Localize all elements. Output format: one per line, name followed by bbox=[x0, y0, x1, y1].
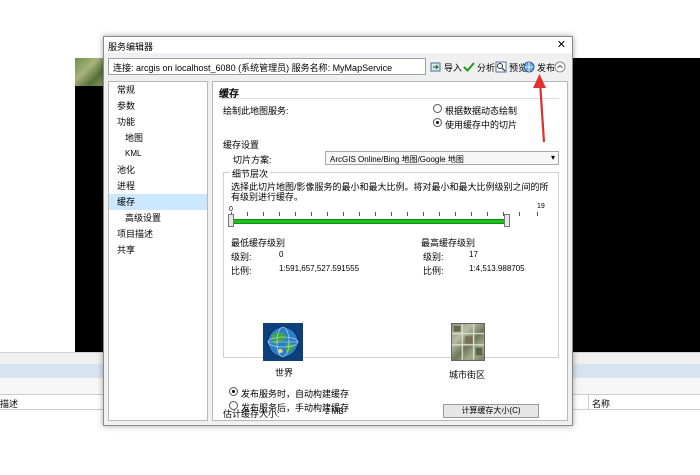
slider-max-handle[interactable] bbox=[504, 214, 510, 227]
tiling-scheme-value: ArcGIS Online/Bing 地图/Google 地图 bbox=[330, 155, 464, 164]
min-scale-value: 1:591,657,527.591555 bbox=[279, 264, 360, 273]
sidebar-item-mapping[interactable]: 地图 bbox=[109, 130, 207, 146]
sidebar-item-caching[interactable]: 缓存 bbox=[109, 194, 207, 210]
min-cache-level-title: 最低缓存级别 bbox=[231, 238, 286, 248]
sidebar-item-parameters[interactable]: 参数 bbox=[109, 98, 207, 114]
service-editor-dialog: 服务编辑器 ✕ 连接: arcgis on localhost_6080 (系统… bbox=[103, 36, 573, 426]
slider-min-handle[interactable] bbox=[228, 214, 234, 227]
radio-build-auto-label[interactable]: 发布服务时，自动构建缓存 bbox=[241, 387, 349, 400]
sidebar-item-item-description[interactable]: 项目描述 bbox=[109, 226, 207, 242]
preview-icon bbox=[495, 61, 507, 73]
sidebar-item-kml[interactable]: KML bbox=[109, 146, 207, 162]
sidebar-item-advanced-settings[interactable]: 高级设置 bbox=[109, 210, 207, 226]
title-divider bbox=[219, 98, 559, 99]
background-map-canvas-left bbox=[75, 86, 105, 352]
chevron-up-icon bbox=[554, 61, 566, 73]
max-level-value: 17 bbox=[469, 250, 478, 259]
radio-build-manual-label[interactable]: 发布服务后，手动构建缓存 bbox=[241, 401, 349, 414]
import-icon bbox=[430, 62, 441, 72]
radio-dynamic[interactable] bbox=[433, 104, 442, 113]
radio-dynamic-label[interactable]: 根据数据动态绘制 bbox=[445, 104, 517, 117]
slider-ticks bbox=[231, 212, 541, 218]
max-scale-value: 1:4,513.988705 bbox=[469, 264, 525, 273]
background-column-description[interactable]: 描述 bbox=[0, 397, 18, 410]
sidebar-nav: 常规 参数 功能 地图 KML 池化 进程 缓存 高级设置 项目描述 共享 bbox=[108, 81, 208, 421]
calculate-cache-size-button[interactable]: 计算缓存大小(C) bbox=[443, 404, 539, 418]
publish-label: 发布 bbox=[537, 62, 556, 73]
caching-panel: 缓存 绘制此地图服务: 根据数据动态绘制 使用缓存中的切片 缓存设置 切片方案:… bbox=[212, 81, 568, 421]
world-globe-icon bbox=[263, 323, 303, 361]
min-scale-label: 比例: bbox=[231, 266, 252, 276]
connection-field: 连接: arcgis on localhost_6080 (系统管理员) 服务名… bbox=[108, 58, 426, 75]
background-column-divider bbox=[588, 394, 589, 410]
import-button[interactable]: 导入 bbox=[430, 59, 462, 75]
levels-of-detail-title: 细节层次 bbox=[230, 167, 271, 180]
background-column-name[interactable]: 名称 bbox=[592, 397, 610, 410]
dialog-toolbar: 连接: arcgis on localhost_6080 (系统管理员) 服务名… bbox=[108, 57, 568, 77]
lod-description: 选择此切片地图/影像服务的最小和最大比例。将对最小和最大比例级别之间的所有级别进… bbox=[231, 182, 549, 202]
import-label: 导入 bbox=[444, 62, 463, 73]
analyze-button[interactable]: 分析 bbox=[463, 59, 495, 75]
world-label: 世界 bbox=[275, 368, 294, 378]
sidebar-item-general[interactable]: 常规 bbox=[109, 82, 207, 98]
city-blocks-label: 城市街区 bbox=[449, 370, 486, 380]
max-scale-label: 比例: bbox=[423, 266, 444, 276]
tiling-scheme-label: 切片方案: bbox=[233, 155, 272, 165]
checkmark-icon bbox=[463, 62, 475, 72]
publish-button[interactable]: 发布 bbox=[523, 59, 555, 75]
sidebar-item-processes[interactable]: 进程 bbox=[109, 178, 207, 194]
close-icon[interactable]: ✕ bbox=[557, 38, 566, 51]
dialog-titlebar[interactable]: 服务编辑器 ✕ bbox=[104, 37, 572, 53]
max-level-label: 级别: bbox=[423, 252, 444, 262]
radio-cached[interactable] bbox=[433, 118, 442, 127]
cache-settings-label: 缓存设置 bbox=[223, 140, 260, 150]
slider-max-label: 19 bbox=[537, 203, 545, 210]
chevron-down-icon: ▾ bbox=[550, 153, 555, 162]
sidebar-item-capabilities[interactable]: 功能 bbox=[109, 114, 207, 130]
sidebar-item-sharing[interactable]: 共享 bbox=[109, 242, 207, 258]
tiling-scheme-select[interactable]: ArcGIS Online/Bing 地图/Google 地图 ▾ bbox=[325, 151, 559, 165]
background-map-thumbnail bbox=[75, 58, 105, 86]
radio-build-auto[interactable] bbox=[229, 387, 238, 396]
analyze-label: 分析 bbox=[477, 62, 496, 73]
radio-build-manual[interactable] bbox=[229, 401, 238, 410]
collapse-button[interactable] bbox=[554, 59, 566, 75]
max-cache-level-title: 最高缓存级别 bbox=[421, 238, 476, 248]
publish-icon bbox=[523, 61, 535, 73]
dialog-title: 服务编辑器 bbox=[108, 42, 154, 52]
sidebar-item-pooling[interactable]: 池化 bbox=[109, 162, 207, 178]
background-map-canvas-right bbox=[566, 58, 700, 352]
radio-cached-label[interactable]: 使用缓存中的切片 bbox=[445, 118, 517, 131]
min-level-label: 级别: bbox=[231, 252, 252, 262]
city-blocks-icon bbox=[451, 323, 485, 361]
scale-range-slider[interactable] bbox=[231, 219, 507, 224]
min-level-value: 0 bbox=[279, 250, 284, 259]
draw-label: 绘制此地图服务: bbox=[223, 106, 289, 116]
